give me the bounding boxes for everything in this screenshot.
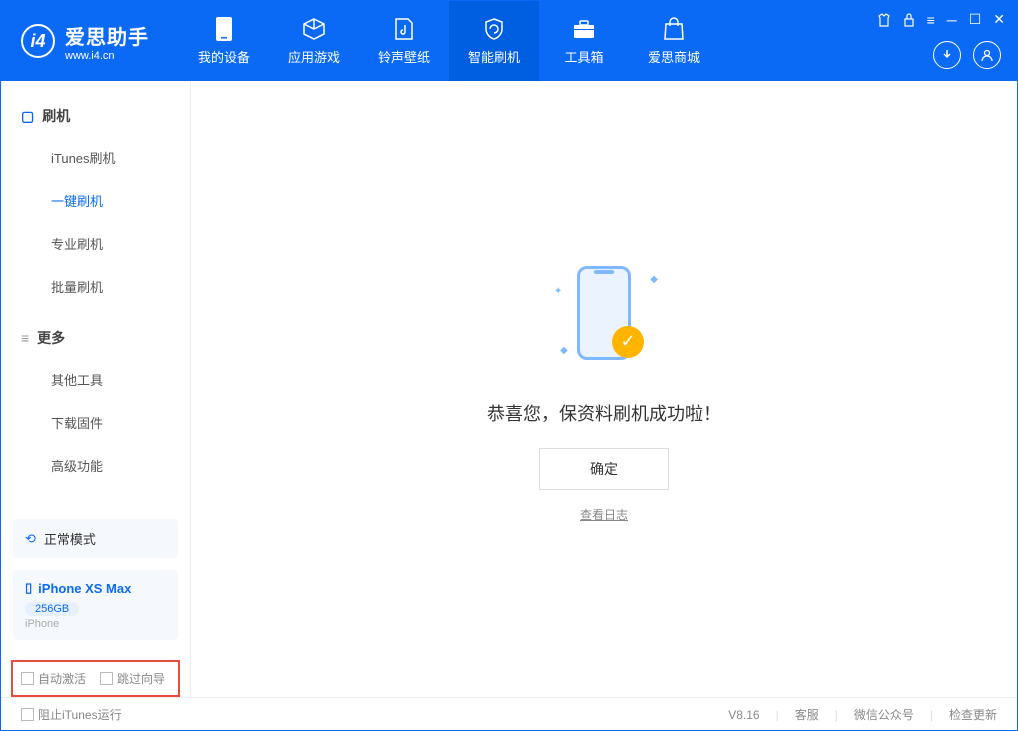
close-button[interactable]: ✕ xyxy=(993,11,1005,28)
sparkle-icon: ◆ xyxy=(650,274,658,285)
header-actions xyxy=(933,41,1001,69)
toolbox-icon xyxy=(572,17,596,41)
maximize-button[interactable]: ☐ xyxy=(969,11,982,28)
sparkle-icon: ✦ xyxy=(554,286,562,297)
phone-icon: ▢ xyxy=(21,108,34,125)
mode-status-box[interactable]: ⟲ 正常模式 xyxy=(13,519,178,558)
sync-icon: ⟲ xyxy=(25,531,36,547)
window-controls: ≡ ─ ☐ ✕ xyxy=(877,11,1005,28)
sidebar-section-flash: ▢ 刷机 xyxy=(1,96,190,136)
sidebar-item-other-tools[interactable]: 其他工具 xyxy=(1,358,190,401)
view-log-link[interactable]: 查看日志 xyxy=(580,506,628,523)
support-link[interactable]: 客服 xyxy=(795,706,819,723)
wechat-link[interactable]: 微信公众号 xyxy=(854,706,914,723)
success-message: 恭喜您，保资料刷机成功啦！ xyxy=(487,400,721,426)
nav-ringtones[interactable]: 铃声壁纸 xyxy=(359,1,449,81)
top-nav: 我的设备 应用游戏 铃声壁纸 智能刷机 工具箱 爱思商城 xyxy=(179,1,719,81)
list-icon: ≡ xyxy=(21,330,29,346)
nav-toolbox[interactable]: 工具箱 xyxy=(539,1,629,81)
options-row-highlighted: 自动激活 跳过向导 xyxy=(11,660,180,697)
nav-label: 智能刷机 xyxy=(468,47,520,66)
nav-smart-flash[interactable]: 智能刷机 xyxy=(449,1,539,81)
sparkle-icon: ◆ xyxy=(560,345,568,356)
version-label: V8.16 xyxy=(728,708,759,722)
refresh-shield-icon xyxy=(482,17,506,41)
nav-label: 我的设备 xyxy=(198,47,250,66)
shirt-icon[interactable] xyxy=(877,13,891,27)
check-badge-icon: ✓ xyxy=(612,326,644,358)
nav-label: 铃声壁纸 xyxy=(378,47,430,66)
sidebar-item-pro-flash[interactable]: 专业刷机 xyxy=(1,222,190,265)
sidebar-section-more: ≡ 更多 xyxy=(1,318,190,358)
nav-label: 工具箱 xyxy=(564,47,603,66)
cube-icon xyxy=(302,17,326,41)
app-subtitle: www.i4.cn xyxy=(65,50,149,62)
phone-small-icon: ▯ xyxy=(25,580,32,596)
block-itunes-checkbox[interactable]: 阻止iTunes运行 xyxy=(21,706,122,723)
check-update-link[interactable]: 检查更新 xyxy=(949,706,997,723)
success-illustration: ✦ ◆ ◆ ✓ xyxy=(544,256,664,376)
lock-icon[interactable] xyxy=(903,13,915,27)
user-icon[interactable] xyxy=(973,41,1001,69)
app-logo-icon: i4 xyxy=(21,24,55,58)
minimize-button[interactable]: ─ xyxy=(947,12,957,28)
sidebar-item-download-firmware[interactable]: 下载固件 xyxy=(1,401,190,444)
menu-icon[interactable]: ≡ xyxy=(927,12,935,28)
app-title: 爱思助手 xyxy=(65,21,149,50)
music-file-icon xyxy=(392,17,416,41)
device-name: iPhone XS Max xyxy=(38,581,131,596)
sidebar: ▢ 刷机 iTunes刷机 一键刷机 专业刷机 批量刷机 ≡ 更多 其他工具 下… xyxy=(1,81,191,697)
nav-store[interactable]: 爱思商城 xyxy=(629,1,719,81)
app-header: i4 爱思助手 www.i4.cn 我的设备 应用游戏 铃声壁纸 智能刷机 工具… xyxy=(1,1,1017,81)
device-type: iPhone xyxy=(25,618,166,630)
storage-badge: 256GB xyxy=(25,602,79,616)
nav-my-device[interactable]: 我的设备 xyxy=(179,1,269,81)
auto-activate-checkbox[interactable]: 自动激活 xyxy=(21,670,86,687)
sidebar-item-itunes-flash[interactable]: iTunes刷机 xyxy=(1,136,190,179)
nav-apps-games[interactable]: 应用游戏 xyxy=(269,1,359,81)
sidebar-item-advanced[interactable]: 高级功能 xyxy=(1,444,190,487)
skip-wizard-checkbox[interactable]: 跳过向导 xyxy=(100,670,165,687)
status-bar: 阻止iTunes运行 V8.16 | 客服 | 微信公众号 | 检查更新 xyxy=(1,697,1017,731)
main-content: ✦ ◆ ◆ ✓ 恭喜您，保资料刷机成功啦！ 确定 查看日志 xyxy=(191,81,1017,697)
ok-button[interactable]: 确定 xyxy=(539,448,669,490)
bag-icon xyxy=(662,17,686,41)
nav-label: 爱思商城 xyxy=(648,47,700,66)
download-icon[interactable] xyxy=(933,41,961,69)
mode-label: 正常模式 xyxy=(44,529,96,548)
sidebar-item-batch-flash[interactable]: 批量刷机 xyxy=(1,265,190,308)
logo-area: i4 爱思助手 www.i4.cn xyxy=(21,21,149,62)
device-icon xyxy=(212,17,236,41)
device-info-box[interactable]: ▯ iPhone XS Max 256GB iPhone xyxy=(13,570,178,640)
sidebar-item-oneclick-flash[interactable]: 一键刷机 xyxy=(1,179,190,222)
nav-label: 应用游戏 xyxy=(288,47,340,66)
